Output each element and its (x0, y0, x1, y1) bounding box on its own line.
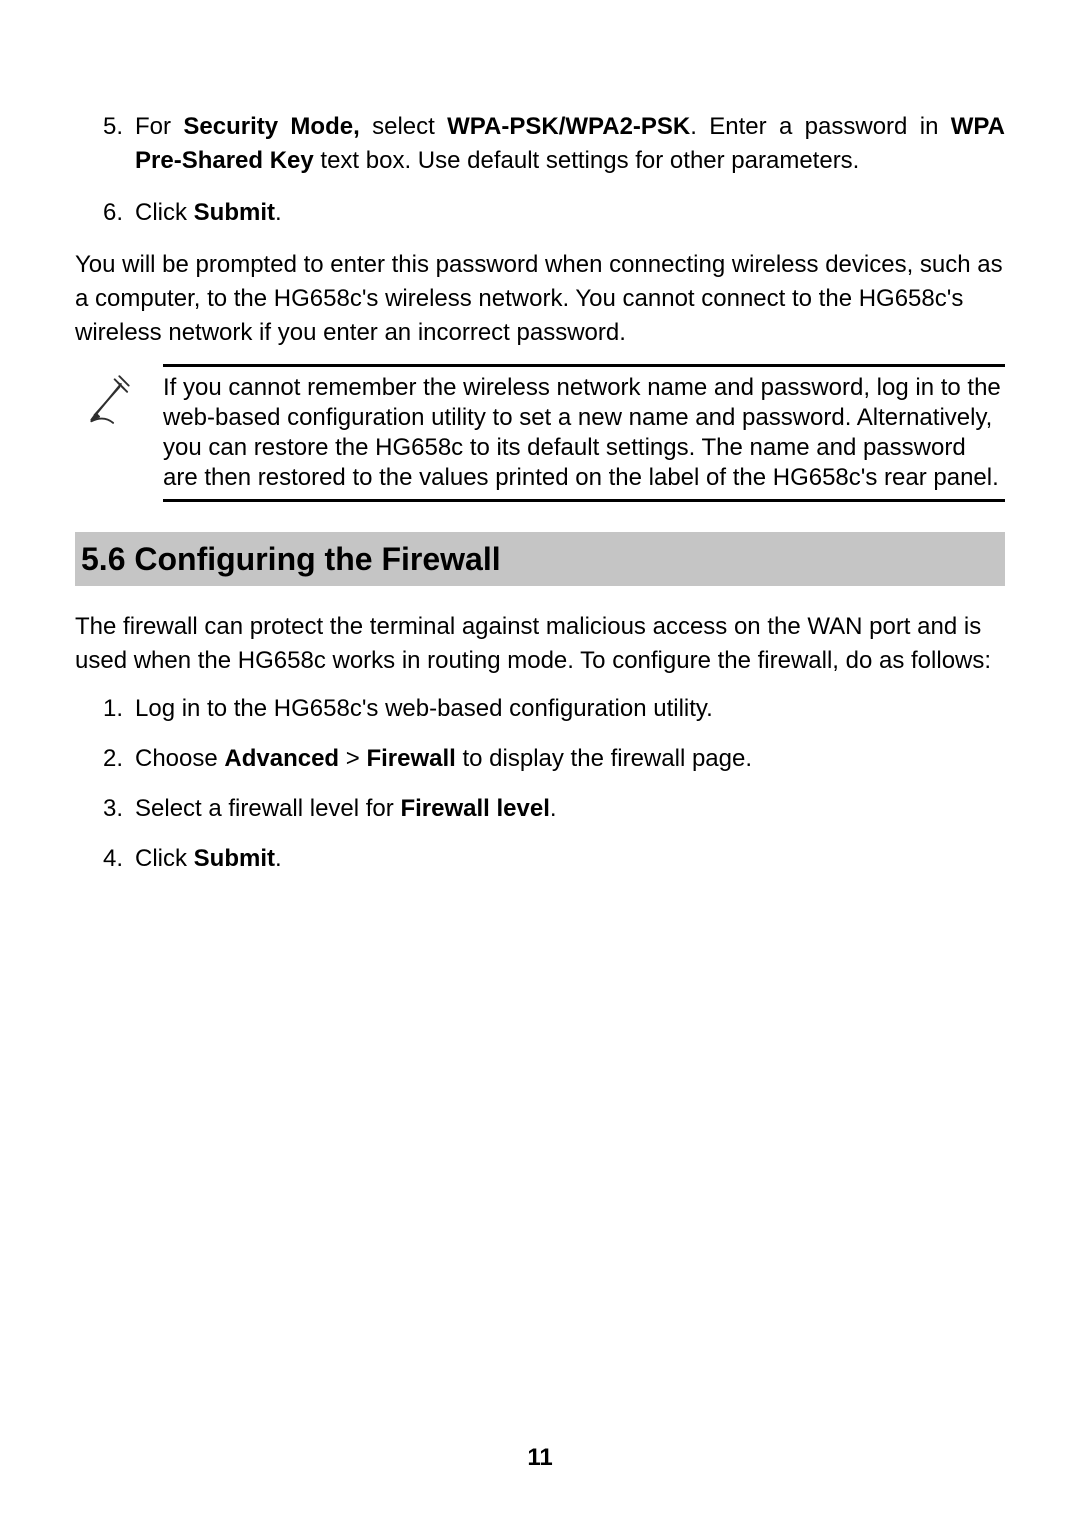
list-item-body: Click Submit. (135, 842, 1005, 876)
list-item-number: 2. (75, 742, 135, 776)
list-item-number: 3. (75, 792, 135, 826)
text-run: Submit (194, 845, 275, 872)
list-item-number: 1. (75, 692, 135, 726)
text-run: . Enter a password in (690, 113, 951, 140)
list-item-number: 5. (75, 110, 135, 144)
page-number: 11 (0, 1444, 1080, 1472)
ordered-list-firewall: 1.Log in to the HG658c's web-based confi… (75, 692, 1005, 876)
list-item: 5.For Security Mode, select WPA-PSK/WPA2… (75, 110, 1005, 178)
text-run: For (135, 113, 183, 140)
text-run: . (275, 199, 282, 226)
text-run: Advanced (224, 745, 339, 772)
text-run: Firewall (366, 745, 455, 772)
list-item: 6.Click Submit. (75, 196, 1005, 230)
section-intro: The firewall can protect the terminal ag… (75, 610, 1005, 678)
text-run: . (275, 845, 282, 872)
text-run: text box. Use default settings for other… (314, 147, 860, 174)
text-run: Select a firewall level for (135, 795, 400, 822)
note-text: If you cannot remember the wireless netw… (163, 373, 1005, 493)
list-item-body: Choose Advanced > Firewall to display th… (135, 742, 1005, 776)
text-run: Click (135, 199, 194, 226)
note-block: If you cannot remember the wireless netw… (75, 364, 1005, 502)
text-run: WPA-PSK/WPA2-PSK (447, 113, 690, 140)
pen-note-icon (85, 370, 135, 426)
list-item: 4.Click Submit. (75, 842, 1005, 876)
list-item-body: For Security Mode, select WPA-PSK/WPA2-P… (135, 110, 1005, 178)
list-item: 2.Choose Advanced > Firewall to display … (75, 742, 1005, 776)
ordered-list-top: 5.For Security Mode, select WPA-PSK/WPA2… (75, 110, 1005, 230)
body-paragraph: You will be prompted to enter this passw… (75, 248, 1005, 350)
note-text-container: If you cannot remember the wireless netw… (163, 364, 1005, 502)
document-page: 5.For Security Mode, select WPA-PSK/WPA2… (0, 0, 1080, 876)
text-run: Security Mode, (183, 113, 359, 140)
text-run: Submit (194, 199, 275, 226)
list-item-body: Select a firewall level for Firewall lev… (135, 792, 1005, 826)
text-run: > (339, 745, 366, 772)
text-run: Click (135, 845, 194, 872)
list-item: 1.Log in to the HG658c's web-based confi… (75, 692, 1005, 726)
list-item-number: 6. (75, 196, 135, 230)
text-run: to display the firewall page. (456, 745, 752, 772)
list-item-body: Click Submit. (135, 196, 1005, 230)
text-run: Log in to the HG658c's web-based configu… (135, 695, 713, 722)
list-item: 3.Select a firewall level for Firewall l… (75, 792, 1005, 826)
text-run: Firewall level (400, 795, 549, 822)
text-run: select (360, 113, 447, 140)
text-run: . (550, 795, 557, 822)
text-run: Choose (135, 745, 224, 772)
section-heading: 5.6 Configuring the Firewall (75, 532, 1005, 586)
list-item-body: Log in to the HG658c's web-based configu… (135, 692, 1005, 726)
list-item-number: 4. (75, 842, 135, 876)
